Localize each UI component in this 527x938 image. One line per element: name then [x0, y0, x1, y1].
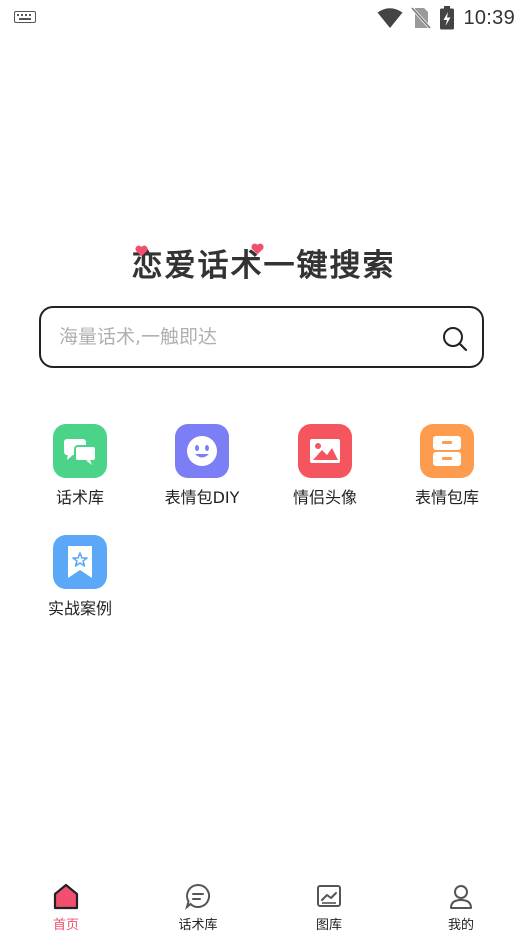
heart-icon	[251, 243, 264, 255]
feature-label: 表情包库	[414, 488, 479, 507]
search-icon[interactable]	[442, 326, 468, 352]
battery-charging-icon	[440, 6, 455, 30]
status-time: 10:39	[463, 6, 515, 29]
nav-profile[interactable]: 我的	[411, 872, 511, 933]
feature-sticker-library[interactable]: 表情包库	[392, 424, 502, 508]
gallery-icon	[317, 885, 341, 907]
bottom-nav: 首页 话术库 图库 我的	[0, 872, 527, 938]
nav-gallery[interactable]: 图库	[279, 872, 379, 933]
heart-icon	[135, 245, 148, 257]
feature-label: 实战案例	[47, 599, 112, 618]
chat-icon	[185, 883, 210, 910]
drawers-icon	[420, 424, 474, 478]
wifi-icon	[377, 8, 403, 28]
feature-script-library[interactable]: 话术库	[25, 424, 135, 508]
feature-label: 表情包DIY	[164, 488, 240, 507]
feature-case-studies[interactable]: 实战案例	[25, 535, 135, 619]
keyboard-icon	[14, 11, 36, 23]
feature-sticker-diy[interactable]: 表情包DIY	[147, 424, 257, 508]
nav-label: 我的	[447, 918, 474, 933]
bookmark-star-icon	[53, 535, 107, 589]
nav-label: 图库	[315, 918, 342, 933]
search-input[interactable]	[59, 320, 429, 354]
profile-icon	[450, 885, 472, 909]
nav-label: 首页	[52, 918, 79, 933]
nav-label: 话术库	[178, 918, 218, 933]
status-bar: 10:39	[0, 0, 527, 36]
feature-couple-avatar[interactable]: 情侣头像	[270, 424, 380, 508]
chat-bubbles-icon	[53, 424, 107, 478]
search-bar[interactable]	[39, 306, 484, 368]
nav-script-library[interactable]: 话术库	[148, 872, 248, 933]
picture-icon	[298, 424, 352, 478]
feature-label: 话术库	[55, 488, 104, 507]
nav-home[interactable]: 首页	[16, 872, 116, 933]
home-icon	[53, 883, 79, 910]
no-sim-icon	[411, 7, 432, 29]
smiley-face-icon	[175, 424, 229, 478]
feature-label: 情侣头像	[292, 488, 357, 507]
